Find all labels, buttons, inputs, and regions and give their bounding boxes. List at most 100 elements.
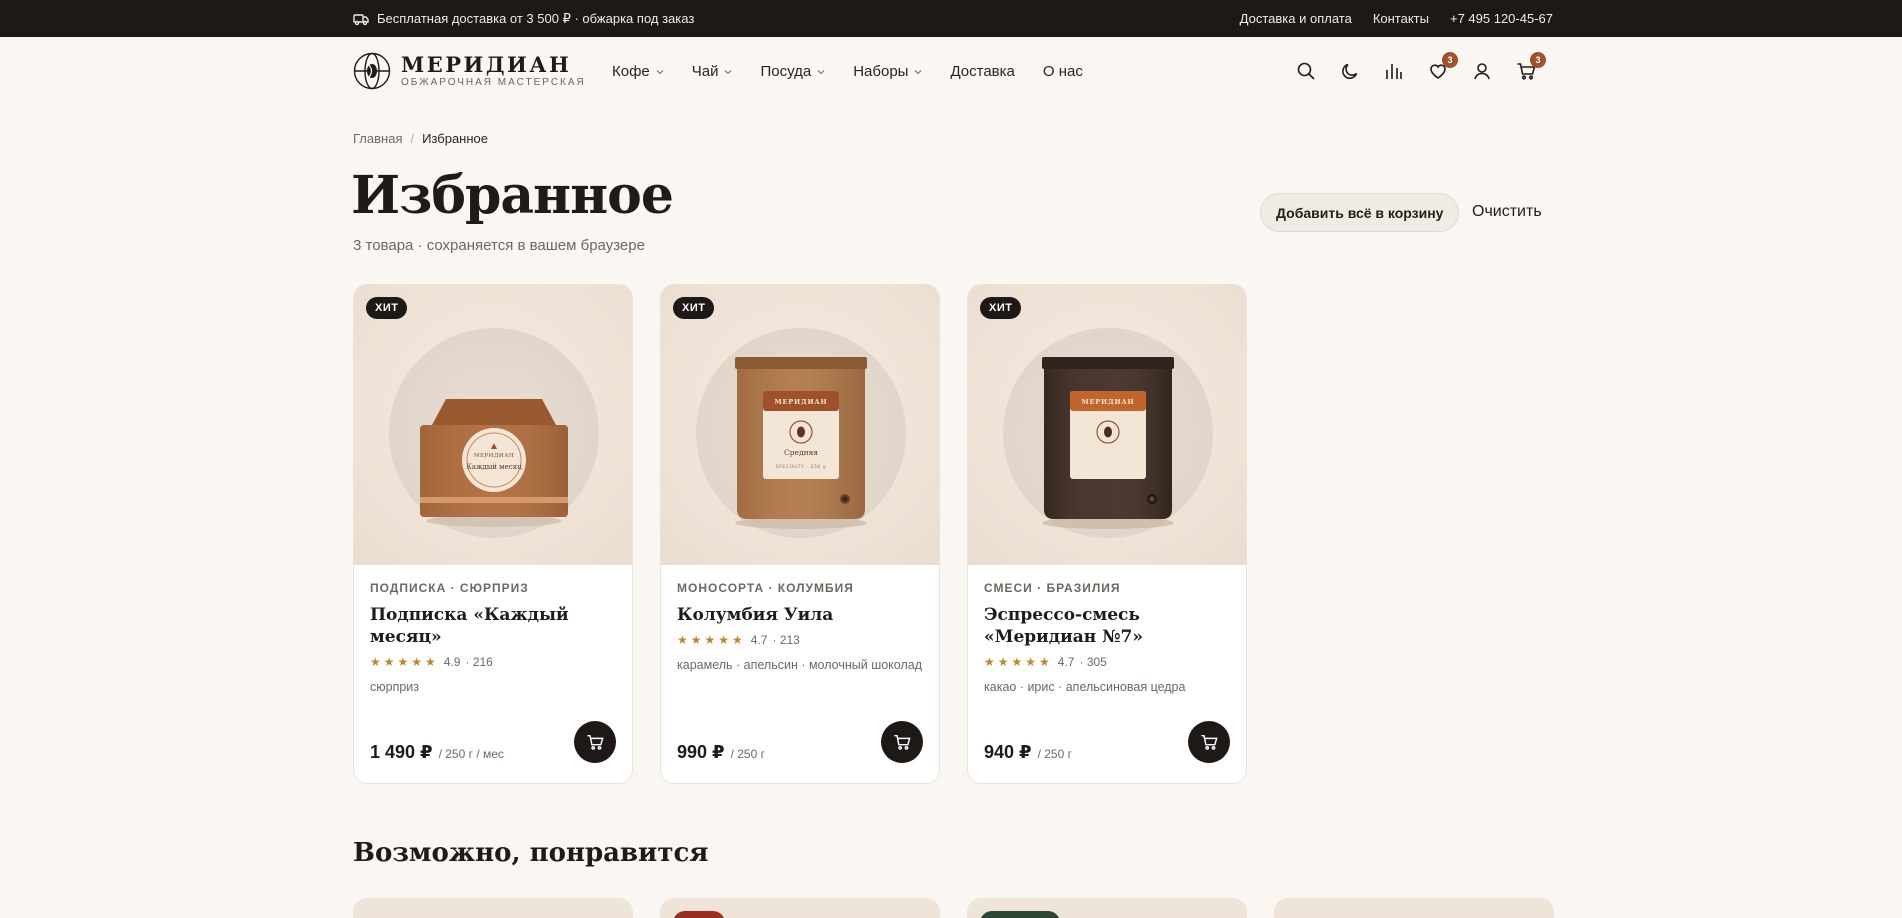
nav-item-coffee[interactable]: Кофе	[612, 63, 664, 80]
recommendation-card[interactable]	[967, 898, 1247, 918]
nav-label: Наборы	[853, 63, 909, 80]
compare-bars-icon	[1386, 64, 1402, 79]
search-button[interactable]	[1296, 61, 1316, 81]
coffee-bag-image: МЕРИДИАН	[1042, 357, 1174, 529]
cart-icon	[894, 734, 911, 750]
rating-value: 4.9	[443, 655, 461, 669]
product-rating: ★★★★★ 4.7 · 305	[984, 655, 1230, 669]
hit-badge: ХИТ	[673, 297, 715, 319]
rating-value: 4.7	[1057, 655, 1075, 669]
logo[interactable]: МЕРИДИАН ОБЖАРОЧНАЯ МАСТЕРСКАЯ	[353, 52, 586, 90]
promo-text: Бесплатная доставка от 3 500 ₽ · обжарка…	[377, 11, 695, 26]
recommendation-badge	[673, 911, 725, 918]
nav-item-sets[interactable]: Наборы	[853, 63, 922, 80]
product-name[interactable]: Эспрессо-смесь «Меридиан №7»	[984, 604, 1230, 648]
main-nav: Кофе Чай Посуда Наборы Доставка О нас	[612, 63, 1083, 80]
search-icon	[1297, 62, 1315, 80]
clear-favorites-button[interactable]: Очистить	[1472, 203, 1542, 221]
product-image: ХИТ МЕРИДИАН	[968, 285, 1246, 565]
product-rating: ★★★★★ 4.9 · 216	[370, 655, 616, 669]
recommendation-card[interactable]	[353, 898, 633, 918]
breadcrumb-current: Избранное	[422, 131, 488, 146]
logo-name: МЕРИДИАН	[401, 51, 572, 77]
delivery-payment-link[interactable]: Доставка и оплата	[1240, 11, 1352, 26]
recommendations-row	[353, 898, 1554, 918]
coffee-bag-image: МЕРИДИАН Средняя SPECIALTY · 250 g	[735, 357, 867, 529]
hit-badge: ХИТ	[366, 297, 408, 319]
add-to-cart-button[interactable]	[1188, 721, 1230, 763]
star-rating-icon: ★★★★★	[677, 633, 746, 647]
promo-banner: Бесплатная доставка от 3 500 ₽ · обжарка…	[353, 11, 694, 27]
add-to-cart-button[interactable]	[574, 721, 616, 763]
product-image: ХИТ МЕРИДИАН Каждый месяц	[354, 285, 632, 565]
top-bar: Бесплатная доставка от 3 500 ₽ · обжарка…	[0, 0, 1902, 37]
truck-icon	[353, 14, 369, 26]
product-notes: сюрприз	[370, 680, 420, 694]
product-unit: / 250 г	[730, 747, 765, 761]
product-unit: / 250 г / мес	[438, 747, 504, 761]
contacts-link[interactable]: Контакты	[1373, 11, 1429, 26]
product-price: 940 ₽	[984, 742, 1032, 762]
gift-box-image: МЕРИДИАН Каждый месяц	[420, 399, 568, 527]
logo-subtitle: ОБЖАРОЧНАЯ МАСТЕРСКАЯ	[401, 76, 586, 88]
rating-value: 4.7	[750, 633, 768, 647]
box-label-text: Каждый месяц	[466, 463, 522, 471]
chevron-down-icon	[656, 69, 664, 74]
breadcrumb-separator: /	[410, 131, 415, 146]
recommendation-card[interactable]	[660, 898, 940, 918]
product-name[interactable]: Подписка «Каждый месяц»	[370, 604, 616, 648]
review-count: · 305	[1079, 655, 1107, 669]
site-header: МЕРИДИАН ОБЖАРОЧНАЯ МАСТЕРСКАЯ Кофе Чай …	[0, 37, 1902, 109]
product-image: ХИТ МЕРИДИАН Средняя SPECIALTY · 250 g	[661, 285, 939, 565]
cart-icon	[587, 734, 604, 750]
product-price: 990 ₽	[677, 742, 725, 762]
add-to-cart-button[interactable]	[881, 721, 923, 763]
add-all-to-cart-button[interactable]: Добавить всё в корзину	[1260, 193, 1460, 232]
favorites-button[interactable]: 3	[1428, 52, 1458, 81]
nav-label: Доставка	[950, 63, 1015, 80]
product-notes: карамель · апельсин · молочный шоколад	[677, 658, 922, 672]
product-category: ПОДПИСКА · СЮРПРИЗ	[370, 581, 529, 595]
product-unit: / 250 г	[1037, 747, 1072, 761]
review-count: · 216	[465, 655, 493, 669]
phone-link[interactable]: +7 495 120-45-67	[1450, 11, 1553, 26]
product-rating: ★★★★★ 4.7 · 213	[677, 633, 923, 647]
user-icon	[1474, 63, 1490, 80]
header-icons: 3 3	[1296, 52, 1546, 81]
account-button[interactable]	[1472, 61, 1492, 81]
recommendation-card[interactable]	[1274, 898, 1554, 918]
cart-count-badge: 3	[1530, 52, 1546, 68]
product-card[interactable]: ХИТ МЕРИДИАН Средняя SPECIALTY · 250 g М…	[660, 284, 940, 784]
logo-globe-icon	[353, 52, 391, 90]
star-rating-icon: ★★★★★	[984, 655, 1053, 669]
star-rating-icon: ★★★★★	[370, 655, 439, 669]
box-label-brand: МЕРИДИАН	[474, 453, 514, 459]
nav-item-tableware[interactable]: Посуда	[760, 63, 825, 80]
breadcrumb: Главная / Избранное	[353, 131, 488, 146]
nav-label: О нас	[1042, 63, 1083, 80]
product-category: СМЕСИ · БРАЗИЛИЯ	[984, 581, 1121, 595]
recommendations-title: Возможно, понравится	[353, 838, 709, 868]
recommendation-badge	[980, 911, 1060, 918]
product-card[interactable]: ХИТ МЕРИДИАН Каждый месяц ПОДПИСКА · СЮР…	[353, 284, 633, 784]
breadcrumb-home-link[interactable]: Главная	[353, 131, 402, 146]
theme-toggle-button[interactable]	[1340, 61, 1360, 81]
nav-item-tea[interactable]: Чай	[692, 63, 733, 80]
nav-item-about[interactable]: О нас	[1043, 63, 1083, 80]
product-card[interactable]: ХИТ МЕРИДИАН СМЕСИ · БРАЗИЛИЯ Эспрессо-с…	[967, 284, 1247, 784]
nav-label: Кофе	[612, 63, 650, 80]
cart-button[interactable]: 3	[1516, 52, 1546, 81]
bag-label-brand: МЕРИДИАН	[1082, 398, 1135, 406]
product-price: 1 490 ₽	[370, 742, 433, 762]
chevron-down-icon	[725, 69, 732, 74]
product-category: МОНОСОРТА · КОЛУМБИЯ	[677, 581, 854, 595]
product-name[interactable]: Колумбия Уила	[677, 604, 923, 626]
page-title: Избранное	[351, 165, 674, 226]
moon-icon	[1342, 63, 1358, 80]
nav-item-delivery[interactable]: Доставка	[950, 63, 1014, 80]
nav-label: Посуда	[760, 63, 812, 80]
cart-icon	[1201, 734, 1218, 750]
chevron-down-icon	[914, 69, 922, 74]
compare-button[interactable]	[1384, 61, 1404, 81]
hit-badge: ХИТ	[980, 297, 1022, 319]
